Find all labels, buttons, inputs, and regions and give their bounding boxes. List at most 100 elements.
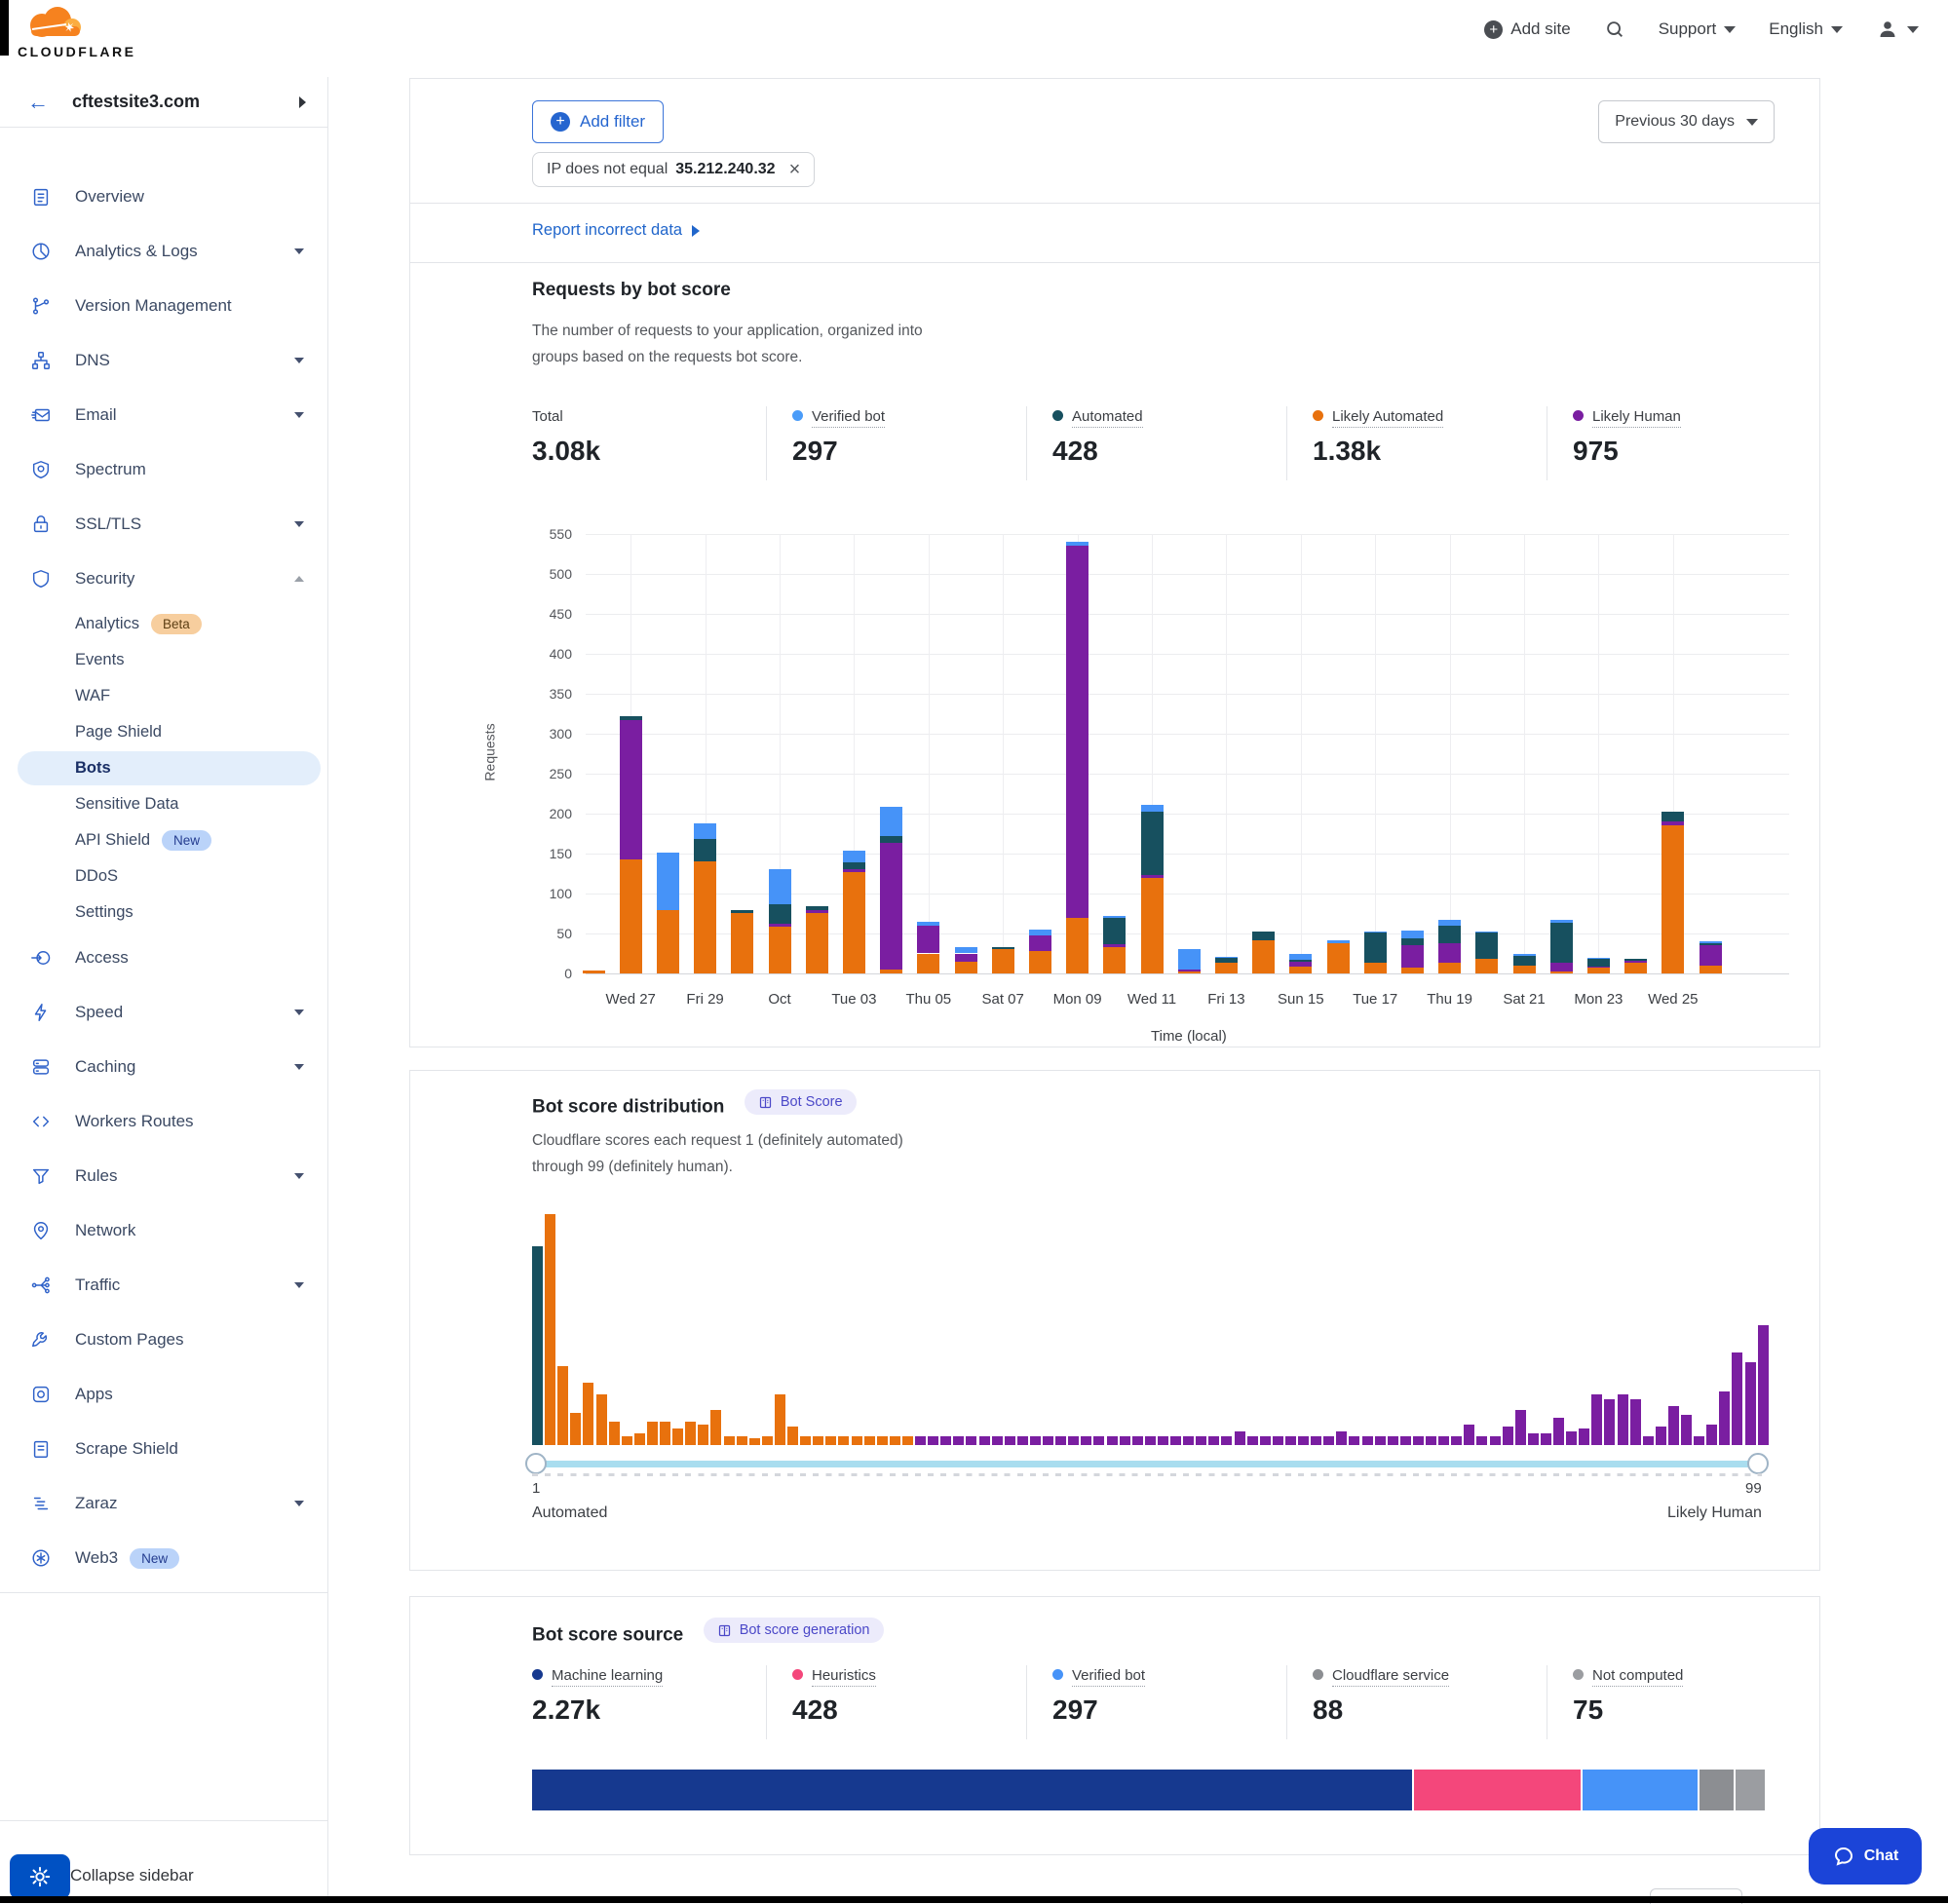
search-icon [1604,19,1625,40]
chat-button[interactable]: Chat [1809,1828,1922,1885]
report-incorrect-data-link[interactable]: Report incorrect data [532,221,700,240]
y-tick-label: 200 [523,806,572,821]
bar-segment-likely-human [1103,944,1126,946]
sidebar-item-speed[interactable]: Speed [0,985,327,1040]
docs-icon [717,1623,732,1638]
sidebar-item-analytics[interactable]: AnalyticsBeta [0,606,327,642]
x-tick-label: Mon 23 [1574,991,1623,1008]
sidebar-item-traffic[interactable]: Traffic [0,1258,327,1313]
remove-filter-icon[interactable]: × [789,159,801,181]
chevron-right-icon[interactable] [299,96,306,108]
chevron-down-icon [294,358,304,363]
sidebar-item-scrape-shield[interactable]: Scrape Shield [0,1422,327,1476]
histogram-bar-likely-human [1120,1436,1130,1445]
y-tick-label: 150 [523,846,572,861]
sidebar-item-page-shield[interactable]: Page Shield [0,714,327,750]
add-site-button[interactable]: + Add site [1484,19,1570,39]
sidebar-footer: Collapse sidebar [0,1820,327,1821]
gridline [586,614,1789,615]
sidebar-item-access[interactable]: Access [0,931,327,985]
histogram-bar-likely-human [1093,1436,1104,1445]
stat-label: Total [532,408,563,425]
sidebar-item-security[interactable]: Security [0,552,327,606]
site-switcher[interactable]: ← cftestsite3.com [0,77,327,128]
support-menu[interactable]: Support [1659,19,1737,39]
sidebar-item-custom-pages[interactable]: Custom Pages [0,1313,327,1367]
email-icon [30,404,52,426]
sidebar-item-spectrum[interactable]: Spectrum [0,442,327,497]
sidebar-item-email[interactable]: Email [0,388,327,442]
search-button[interactable] [1604,19,1625,40]
plus-icon: + [551,112,570,132]
sidebar-item-settings[interactable]: Settings [0,895,327,931]
back-arrow-icon[interactable]: ← [27,90,49,115]
sidebar-item-label: Spectrum [75,460,146,479]
cloudflare-wordmark: CLOUDFLARE [18,44,164,59]
sidebar-item-workers-routes[interactable]: Workers Routes [0,1094,327,1149]
quick-settings-button[interactable] [10,1854,70,1899]
language-menu[interactable]: English [1769,19,1843,39]
bar-segment-likely-automated [1587,968,1610,973]
date-range-dropdown[interactable]: Previous 30 days [1598,100,1775,143]
sidebar-item-waf[interactable]: WAF [0,678,327,714]
sidebar-item-web3[interactable]: Web3New [0,1531,327,1585]
histogram-bar-likely-automated [852,1436,862,1445]
bar-segment-likely-automated [1401,968,1424,973]
bar-segment-verified-bot [1178,949,1201,970]
spectrum-icon [30,459,52,480]
sidebar-item-label: Access [75,948,129,968]
bar-segment-likely-human [1401,945,1424,968]
cloudflare-logo[interactable]: CLOUDFLARE [18,4,164,59]
bar-segment-likely-human [769,924,791,926]
sidebar-item-version-management[interactable]: Version Management [0,279,327,333]
bar-segment-likely-human [1700,945,1722,966]
bar-segment-likely-automated [1550,971,1573,973]
histogram-bar-likely-human [1591,1394,1602,1445]
y-axis-title: Requests [482,723,498,781]
version-icon [30,295,52,317]
histogram-bar-likely-automated [864,1436,875,1445]
bar-segment-likely-automated [657,910,679,973]
sidebar-item-rules[interactable]: Rules [0,1149,327,1203]
histogram-bar-likely-automated [890,1436,900,1445]
histogram-bar-likely-automated [596,1394,607,1445]
sidebar-item-zaraz[interactable]: Zaraz [0,1476,327,1531]
bot-score-generation-badge[interactable]: Bot score generation [704,1618,884,1643]
sidebar-item-caching[interactable]: Caching [0,1040,327,1094]
sidebar-item-sensitive-data[interactable]: Sensitive Data [0,786,327,822]
histogram-bar-likely-human [1451,1436,1462,1445]
sidebar-item-ddos[interactable]: DDoS [0,858,327,895]
bar-segment-likely-human [1066,546,1089,918]
language-label: English [1769,19,1823,39]
source-segment-cloudflare-service [1700,1770,1734,1810]
sidebar-item-label: Page Shield [75,723,162,742]
histogram-bar-likely-human [1298,1436,1309,1445]
sidebar-item-overview[interactable]: Overview [0,170,327,224]
divider [1286,1665,1287,1739]
histogram-bar-likely-automated [698,1425,708,1445]
bar-segment-verified-bot [1327,940,1350,942]
sidebar-item-analytics-logs[interactable]: Analytics & Logs [0,224,327,279]
sidebar-item-network[interactable]: Network [0,1203,327,1258]
score-slider-handle-max[interactable] [1747,1453,1769,1474]
sidebar-item-api-shield[interactable]: API ShieldNew [0,822,327,858]
filter-chip[interactable]: IP does not equal 35.212.240.32 × [532,152,815,187]
histogram-bar-likely-human [1311,1436,1321,1445]
account-menu[interactable] [1876,18,1919,41]
sidebar-item-ssl-tls[interactable]: SSL/TLS [0,497,327,552]
sidebar-item-dns[interactable]: DNS [0,333,327,388]
sidebar-item-apps[interactable]: Apps [0,1367,327,1422]
x-tick-label: Thu 05 [905,991,951,1008]
bar-segment-likely-automated [1103,947,1126,973]
collapse-sidebar-button[interactable]: Collapse sidebar [70,1866,194,1885]
sidebar-item-bots[interactable]: Bots [0,750,327,786]
bar-segment-automated [1401,938,1424,945]
sidebar-item-events[interactable]: Events [0,642,327,678]
chat-bubble-icon [1832,1845,1855,1868]
y-tick-label: 350 [523,686,572,702]
add-filter-button[interactable]: + Add filter [532,100,664,143]
arrow-right-icon [692,225,700,237]
score-slider-handle-min[interactable] [525,1453,547,1474]
stat-total: Total3.08k [532,408,600,467]
bar-segment-likely-automated [731,913,753,973]
